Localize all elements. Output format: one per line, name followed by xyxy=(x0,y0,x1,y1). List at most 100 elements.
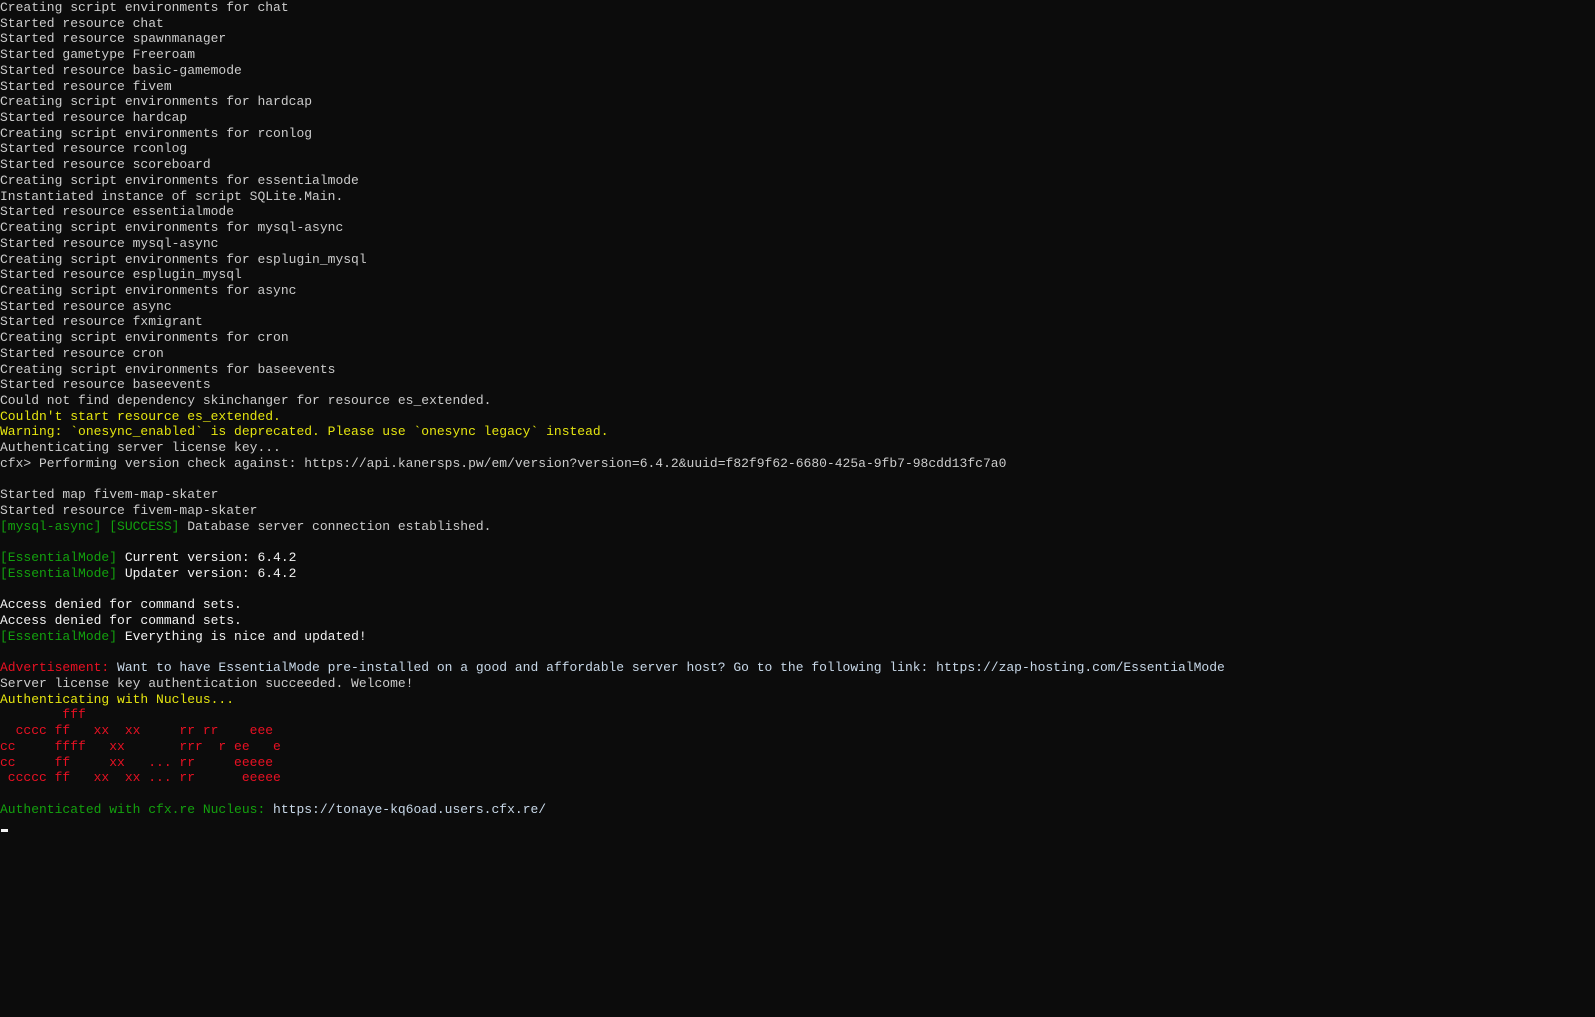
console-text-segment: https://tonaye-kq6oad.users.cfx.re/ xyxy=(265,801,547,817)
console-line: Couldn't start resource es_extended. xyxy=(0,409,1595,425)
console-line: cc ffff xx rrr r ee e xyxy=(0,739,1595,755)
console-text-segment: Started gametype Freeroam xyxy=(0,47,196,63)
console-text-segment: Database server connection established. xyxy=(179,518,492,534)
console-window[interactable]: Creating script environments for chat Sta… xyxy=(0,0,1595,1017)
console-line: Started resource fxmigrant xyxy=(0,314,1595,330)
console-line: Started resource basic-gamemode xyxy=(0,63,1595,79)
console-text-segment: Server license key authentication succee… xyxy=(0,675,414,691)
console-line: Creating script environments for rconlog xyxy=(0,126,1595,142)
console-line: Creating script environments for essenti… xyxy=(0,173,1595,189)
console-text-segment: Started resource rconlog xyxy=(0,141,188,157)
console-line: Started resource fivem xyxy=(0,79,1595,95)
console-text-segment: Started resource fivem-map-skater xyxy=(0,503,258,518)
console-line: Authenticating with Nucleus... xyxy=(0,692,1595,708)
console-text-segment: Started resource async xyxy=(0,298,172,314)
console-line: Started resource async xyxy=(0,299,1595,315)
console-text-segment: Started resource hardcap xyxy=(0,110,188,126)
console-line: [EssentialMode] Current version: 6.4.2 xyxy=(0,550,1595,566)
console-text-segment: Creating script environments for async xyxy=(0,282,297,298)
console-text-segment: Started resource fivem xyxy=(0,78,172,94)
console-text-segment: Started resource mysql-async xyxy=(0,235,219,251)
console-line: Access denied for command sets. xyxy=(0,597,1595,613)
console-line: Started resource mysql-async xyxy=(0,236,1595,252)
console-text-segment: Authenticating server license key... xyxy=(0,440,281,456)
console-text-segment: Instantiated instance of script SQLite.M… xyxy=(0,188,344,204)
console-text-segment: Creating script environments for chat xyxy=(0,0,289,15)
console-line: Started resource cron xyxy=(0,346,1595,362)
console-line: cc ff xx ... rr eeeee xyxy=(0,755,1595,771)
console-line: Creating script environments for baseeve… xyxy=(0,362,1595,378)
console-text-segment: Current version: 6.4.2 xyxy=(117,550,297,566)
console-line: Authenticating server license key... xyxy=(0,440,1595,456)
console-line: Creating script environments for esplugi… xyxy=(0,252,1595,268)
console-text-segment: Access denied for command sets. xyxy=(0,597,242,613)
console-text-segment: cfx> Performing version check against: h… xyxy=(0,455,1007,471)
console-line: Started map fivem-map-skater xyxy=(0,487,1595,503)
console-text-segment: Started resource spawnmanager xyxy=(0,31,227,47)
console-line: cfx> Performing version check against: h… xyxy=(0,456,1595,472)
console-line: Started resource essentialmode xyxy=(0,204,1595,220)
console-text-segment: Started resource baseevents xyxy=(0,377,211,393)
text-cursor xyxy=(1,829,8,832)
console-text-segment: Started map fivem-map-skater xyxy=(0,487,219,503)
console-line: Started resource spawnmanager xyxy=(0,31,1595,47)
console-text-segment: Started resource chat xyxy=(0,15,164,31)
console-line: Access denied for command sets. xyxy=(0,613,1595,629)
console-text-segment: Warning: `onesync_enabled` is deprecated… xyxy=(0,424,609,440)
console-text-segment: fff xyxy=(0,707,86,723)
console-text-segment: Authenticated with cfx.re Nucleus: xyxy=(0,801,266,817)
console-text-segment: Started resource essentialmode xyxy=(0,204,235,220)
console-text-segment: cccc ff xx xx rr rr eee xyxy=(0,723,274,739)
console-line: Started resource scoreboard xyxy=(0,157,1595,173)
console-line: [EssentialMode] Updater version: 6.4.2 xyxy=(0,566,1595,582)
console-text-segment: Started resource esplugin_mysql xyxy=(0,267,242,283)
console-text-segment: Creating script environments for baseeve… xyxy=(0,361,336,377)
console-text-segment: [EssentialMode] xyxy=(0,628,118,644)
console-line: Could not find dependency skinchanger fo… xyxy=(0,393,1595,409)
console-text-segment: Authenticating with Nucleus... xyxy=(0,691,235,707)
console-text-segment: [EssentialMode] xyxy=(0,565,118,581)
console-text-segment: Could not find dependency skinchanger fo… xyxy=(0,392,492,408)
console-text-segment: Couldn't start resource es_extended. xyxy=(0,408,281,424)
console-line: [EssentialMode] Everything is nice and u… xyxy=(0,629,1595,645)
console-line: Instantiated instance of script SQLite.M… xyxy=(0,189,1595,205)
console-text-segment: Started resource cron xyxy=(0,345,164,361)
console-line: Creating script environments for async xyxy=(0,283,1595,299)
console-text-segment: [mysql-async] [SUCCESS] xyxy=(0,518,180,534)
console-line: fff xyxy=(0,707,1595,723)
console-line: Advertisement: Want to have EssentialMod… xyxy=(0,660,1595,676)
console-text-segment: cc ff xx ... rr eeeee xyxy=(0,754,274,770)
console-line: Started resource esplugin_mysql xyxy=(0,267,1595,283)
console-line: Authenticated with cfx.re Nucleus: https… xyxy=(0,802,1595,818)
console-line: Started resource hardcap xyxy=(0,110,1595,126)
console-line: Started resource rconlog xyxy=(0,141,1595,157)
console-text-segment: Creating script environments for essenti… xyxy=(0,172,359,188)
console-text-segment: Creating script environments for mysql-a… xyxy=(0,220,344,236)
console-line: Started resource fivem-map-skater xyxy=(0,503,1595,519)
console-text-segment: ccccc ff xx xx ... rr eeeee xyxy=(0,770,281,786)
console-line: cccc ff xx xx rr rr eee xyxy=(0,723,1595,739)
console-text-segment: Want to have EssentialMode pre-installed… xyxy=(109,660,1225,676)
console-line: Creating script environments for mysql-a… xyxy=(0,220,1595,236)
console-text-segment: Started resource basic-gamemode xyxy=(0,62,242,78)
console-line: Started resource baseevents xyxy=(0,377,1595,393)
console-text-segment: Creating script environments for rconlog xyxy=(0,125,313,141)
console-line: Creating script environments for hardcap xyxy=(0,94,1595,110)
console-text-segment: cc ffff xx rrr r ee e xyxy=(0,738,281,754)
console-text-segment: Started resource fxmigrant xyxy=(0,314,203,330)
console-line: Started gametype Freeroam xyxy=(0,47,1595,63)
console-text-segment: Advertisement: xyxy=(0,660,110,676)
console-line: [mysql-async] [SUCCESS] Database server … xyxy=(0,519,1595,535)
console-line: ccccc ff xx xx ... rr eeeee xyxy=(0,770,1595,786)
console-text-segment: Access denied for command sets. xyxy=(0,613,242,629)
console-text-segment: [EssentialMode] xyxy=(0,550,118,566)
console-line: Creating script environments for cron xyxy=(0,330,1595,346)
console-line: Server license key authentication succee… xyxy=(0,676,1595,692)
console-text-segment: Started resource scoreboard xyxy=(0,157,211,173)
console-text-segment: Creating script environments for hardcap xyxy=(0,94,313,110)
console-line: Creating script environments for chat xyxy=(0,0,1595,16)
